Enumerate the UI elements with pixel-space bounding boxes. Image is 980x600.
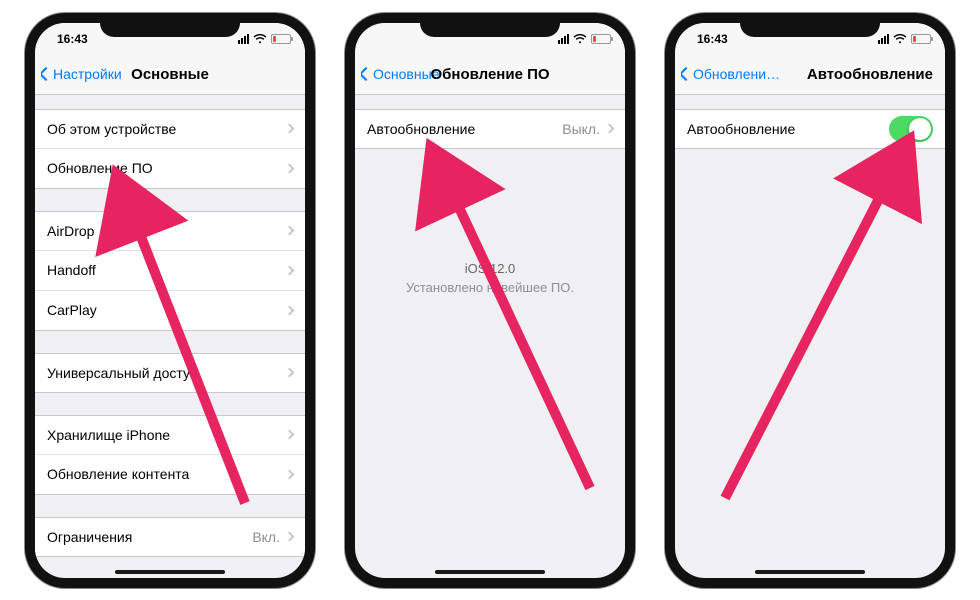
chevron-right-icon [285,226,295,236]
page-title: Обновление ПО [430,66,549,83]
chevron-right-icon [285,265,295,275]
chevron-right-icon [285,469,295,479]
chevron-left-icon [681,67,693,81]
battery-icon [911,34,931,44]
home-indicator[interactable] [435,570,545,574]
cell-detail: Вкл. [252,529,280,545]
wifi-icon [253,34,267,44]
auto-update-toggle[interactable] [889,116,933,142]
chevron-right-icon [285,532,295,542]
back-button[interactable]: Обновление ПО [681,66,786,82]
status-time: 16:43 [57,32,88,46]
settings-row[interactable]: Универсальный доступ [35,353,305,393]
screen: 16:43 Обновление ПО Автообновление Автоо… [675,23,945,578]
content: Об этом устройстве Обновление ПО AirDrop Ha… [35,109,305,578]
ios-version: iOS 12.0 [355,259,625,279]
content: Автообновление [675,109,945,149]
chevron-right-icon [285,305,295,315]
home-indicator[interactable] [755,570,865,574]
auto-update-toggle-row: Автообновление [675,109,945,149]
chevron-left-icon [41,67,53,81]
chevron-right-icon [285,368,295,378]
auto-update-row[interactable]: Автообновление Выкл. [355,109,625,149]
battery-icon [591,34,611,44]
notch [100,13,240,37]
cell-label: AirDrop [47,223,286,239]
settings-row[interactable]: Об этом устройстве [35,109,305,149]
chevron-right-icon [285,124,295,134]
settings-row[interactable]: CarPlay [35,291,305,331]
cell-label: Об этом устройстве [47,121,286,137]
settings-row[interactable]: Обновление контента [35,455,305,495]
notch [740,13,880,37]
signal-icon [558,34,569,44]
settings-row[interactable]: ОграниченияВкл. [35,517,305,557]
back-label: Настройки [53,66,122,82]
cell-label: Автообновление [687,121,889,137]
chevron-right-icon [285,163,295,173]
settings-row[interactable]: Хранилище iPhone [35,415,305,455]
screen: Основные Обновление ПО Автообновление Вы… [355,23,625,578]
content: Автообновление Выкл. iOS 12.0 Установлен… [355,109,625,298]
nav-bar: Обновление ПО Автообновление [675,55,945,95]
wifi-icon [893,34,907,44]
signal-icon [878,34,889,44]
cell-label: Обновление контента [47,466,286,482]
cell-label: Обновление ПО [47,160,286,176]
status-message: Установлено новейшее ПО. [355,278,625,298]
wifi-icon [573,34,587,44]
screen: 16:43 Настройки Основные Об этом устройс… [35,23,305,578]
nav-bar: Настройки Основные [35,55,305,95]
settings-row[interactable]: Handoff [35,251,305,291]
cell-label: CarPlay [47,302,286,318]
back-button[interactable]: Настройки [41,66,122,82]
settings-row[interactable]: AirDrop [35,211,305,251]
page-title: Автообновление [807,66,933,83]
battery-icon [271,34,291,44]
chevron-left-icon [361,67,373,81]
page-title: Основные [131,66,209,83]
cell-label: Handoff [47,262,286,278]
back-label: Обновление ПО [693,66,786,82]
phone-frame: 16:43 Обновление ПО Автообновление Автоо… [665,13,955,588]
settings-row[interactable]: Обновление ПО [35,149,305,189]
back-button[interactable]: Основные [361,66,439,82]
cell-label: Ограничения [47,529,252,545]
phone-frame: 16:43 Настройки Основные Об этом устройс… [25,13,315,588]
nav-bar: Основные Обновление ПО [355,55,625,95]
status-time: 16:43 [697,32,728,46]
cell-label: Хранилище iPhone [47,427,286,443]
signal-icon [238,34,249,44]
update-status: iOS 12.0 Установлено новейшее ПО. [355,259,625,298]
cell-label: Универсальный доступ [47,365,286,381]
chevron-right-icon [605,124,615,134]
chevron-right-icon [285,430,295,440]
annotation-arrow [705,123,945,518]
home-indicator[interactable] [115,570,225,574]
phone-frame: Основные Обновление ПО Автообновление Вы… [345,13,635,588]
cell-label: Автообновление [367,121,562,137]
notch [420,13,560,37]
cell-detail: Выкл. [562,121,600,137]
